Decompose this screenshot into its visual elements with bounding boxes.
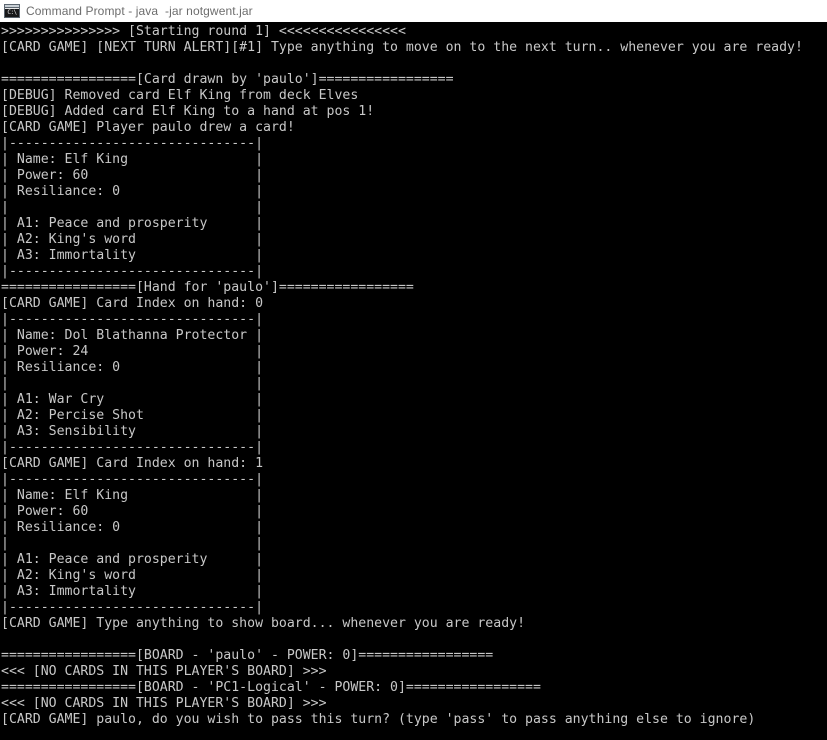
console-line: | Power: 60 |: [1, 504, 264, 519]
console-output[interactable]: >>>>>>>>>>>>>>> [Starting round 1] <<<<<…: [0, 22, 827, 740]
console-line: | Power: 60 |: [1, 168, 264, 183]
console-line: | |: [1, 376, 264, 391]
console-line: | Resiliance: 0 |: [1, 360, 264, 375]
console-line: [CARD GAME] Card Index on hand: 1: [1, 456, 264, 471]
console-line: |-------------------------------|: [1, 440, 264, 455]
console-line: | Resiliance: 0 |: [1, 184, 264, 199]
console-line: |-------------------------------|: [1, 472, 264, 487]
console-line: | A2: King's word |: [1, 232, 264, 247]
console-line: >>>>>>>>>>>>>>> [Starting round 1] <<<<<…: [1, 24, 406, 39]
console-line: | A2: King's word |: [1, 568, 264, 583]
console-line: |-------------------------------|: [1, 136, 264, 151]
icon-screen-text: C:\: [5, 9, 19, 17]
console-line: [CARD GAME] paulo, do you wish to pass t…: [1, 712, 756, 727]
console-line: | Resiliance: 0 |: [1, 520, 264, 535]
console-line: | A1: War Cry |: [1, 392, 264, 407]
icon-titlebar-strip: [5, 5, 19, 8]
console-line: [CARD GAME] Player paulo drew a card!: [1, 120, 295, 135]
console-line: | Name: Elf King |: [1, 152, 264, 167]
console-line: [CARD GAME] Card Index on hand: 0: [1, 296, 264, 311]
window-titlebar[interactable]: C:\ Command Prompt - java -jar notgwent.…: [0, 0, 827, 22]
console-line: | Name: Elf King |: [1, 488, 264, 503]
console-line: | A2: Percise Shot |: [1, 408, 264, 423]
console-line: <<< [NO CARDS IN THIS PLAYER'S BOARD] >>…: [1, 664, 327, 679]
command-prompt-window: C:\ Command Prompt - java -jar notgwent.…: [0, 0, 827, 740]
command-prompt-icon: C:\: [4, 4, 20, 18]
console-line: <<< [NO CARDS IN THIS PLAYER'S BOARD] >>…: [1, 696, 327, 711]
console-line: |-------------------------------|: [1, 264, 264, 279]
console-line: =================[BOARD - 'paulo' - POWE…: [1, 648, 494, 663]
console-line: | Name: Dol Blathanna Protector |: [1, 328, 264, 343]
console-line: =================[BOARD - 'PC1-Logical' …: [1, 680, 541, 695]
console-line: |-------------------------------|: [1, 600, 264, 615]
console-line: | |: [1, 536, 264, 551]
console-line: [DEBUG] Added card Elf King to a hand at…: [1, 104, 375, 119]
console-line: [CARD GAME] Type anything to show board.…: [1, 616, 526, 631]
console-line: |-------------------------------|: [1, 312, 264, 327]
console-line: [CARD GAME] [NEXT TURN ALERT][#1] Type a…: [1, 40, 803, 55]
console-line: | A1: Peace and prosperity |: [1, 552, 264, 567]
console-line: | A3: Sensibility |: [1, 424, 264, 439]
console-line: =================[Hand for 'paulo']=====…: [1, 280, 414, 295]
console-line: | A1: Peace and prosperity |: [1, 216, 264, 231]
console-line: | |: [1, 200, 264, 215]
console-line: [DEBUG] Removed card Elf King from deck …: [1, 88, 359, 103]
console-line: =================[Card drawn by 'paulo']…: [1, 72, 454, 87]
console-line: | Power: 24 |: [1, 344, 264, 359]
window-title: Command Prompt - java -jar notgwent.jar: [26, 4, 253, 18]
console-line: | A3: Immortality |: [1, 584, 264, 599]
console-line: | A3: Immortality |: [1, 248, 264, 263]
